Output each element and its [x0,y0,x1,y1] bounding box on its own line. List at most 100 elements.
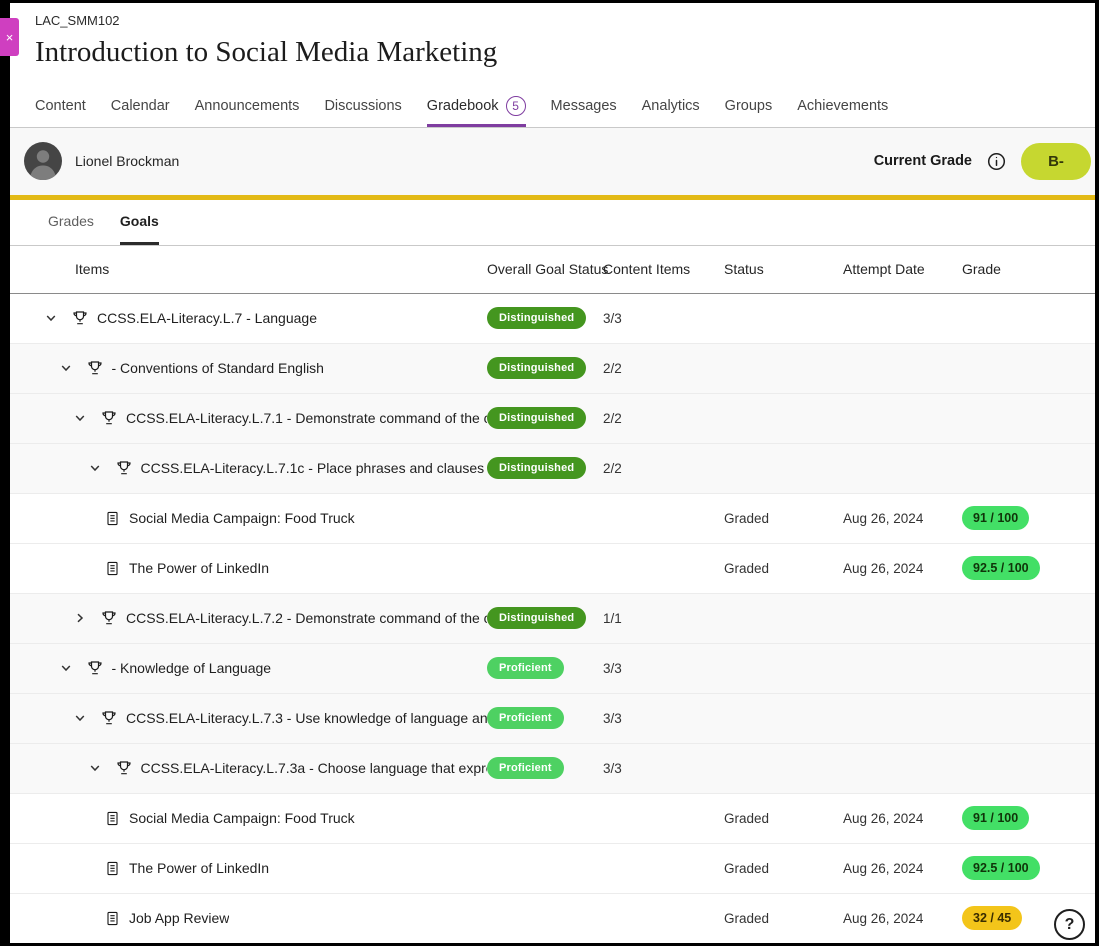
goal-row: - Knowledge of Language Proficient 3/3 [10,644,1095,694]
chevron-down-icon[interactable] [89,462,101,474]
goal-trophy-icon [116,460,132,476]
chevron-down-icon[interactable] [74,712,86,724]
col-header-grade: Grade [962,261,1095,277]
grade-badge: 92.5 / 100 [962,556,1040,580]
goal-label: CCSS.ELA-Literacy.L.7.3 - Use knowledge … [126,710,487,726]
content-item-row: Social Media Campaign: Food TruckGradedA… [10,494,1095,544]
goal-status-badge: Distinguished [487,457,586,479]
attempt-date: Aug 26, 2024 [843,561,923,576]
goal-trophy-icon [72,310,88,326]
nav-tab-achievements[interactable]: Achievements [797,87,888,127]
goal-row: - Conventions of Standard English Disting… [10,344,1095,394]
nav-tabs: Content Calendar Announcements Discussions G… [10,87,1095,128]
goal-row: CCSS.ELA-Literacy.L.7.2 - Demonstrate co… [10,594,1095,644]
current-grade-area: Current Grade B- [874,143,1091,180]
chevron-down-icon[interactable] [60,362,72,374]
goal-row: CCSS.ELA-Literacy.L.7.3 - Use knowledge … [10,694,1095,744]
goal-trophy-icon [101,410,117,426]
item-status: Graded [724,911,769,926]
col-header-items: Items [35,261,487,277]
content-item-label[interactable]: Job App Review [129,910,229,926]
goal-label: - Conventions of Standard English [112,360,324,376]
current-grade-label: Current Grade [874,153,972,169]
attempt-date: Aug 26, 2024 [843,861,923,876]
goal-label: CCSS.ELA-Literacy.L.7.3a - Choose langua… [141,760,488,776]
close-panel-tab[interactable]: × [0,18,19,56]
goal-trophy-icon [101,610,117,626]
chevron-down-icon[interactable] [45,312,57,324]
goal-trophy-icon [116,760,132,776]
chevron-down-icon[interactable] [74,412,86,424]
document-icon [105,511,120,526]
content-items-count: 3/3 [603,311,622,326]
subtab-label: Grades [48,213,94,229]
help-button[interactable]: ? [1054,909,1085,940]
goal-row: CCSS.ELA-Literacy.L.7.3a - Choose langua… [10,744,1095,794]
help-label: ? [1065,916,1075,934]
nav-tab-groups[interactable]: Groups [725,87,773,127]
document-icon [105,861,120,876]
current-grade-pill: B- [1021,143,1091,180]
chevron-down-icon[interactable] [60,662,72,674]
col-header-content-items: Content Items [603,261,724,277]
content-item-row: Job App Review Graded Aug 26, 2024 32 / 45 [10,894,1095,943]
goal-status-badge: Distinguished [487,407,586,429]
goal-status-badge: Distinguished [487,357,586,379]
nav-tab-messages[interactable]: Messages [551,87,617,127]
col-header-goal-status: Overall Goal Status [487,261,603,277]
goal-status-badge: Proficient [487,707,564,729]
grade-badge: 32 / 45 [962,906,1022,930]
goals-table-body: CCSS.ELA-Literacy.L.7 - LanguageDistingu… [10,294,1095,943]
content-item-label[interactable]: Social Media Campaign: Food Truck [129,510,355,526]
nav-tab-calendar[interactable]: Calendar [111,87,170,127]
goal-label: - Knowledge of Language [112,660,272,676]
goal-trophy-icon [101,710,117,726]
table-header: Items Overall Goal Status Content Items … [10,246,1095,294]
goal-status-badge: Distinguished [487,607,586,629]
nav-tab-content[interactable]: Content [35,87,86,127]
goal-row: CCSS.ELA-Literacy.L.7.1c - Place phrases… [10,444,1095,494]
course-title: Introduction to Social Media Marketing [35,35,1095,70]
nav-tab-analytics[interactable]: Analytics [642,87,700,127]
info-icon[interactable] [987,152,1006,171]
student-row: Lionel Brockman Current Grade B- [10,128,1095,195]
goal-status-badge: Proficient [487,657,564,679]
item-status: Graded [724,561,769,576]
attempt-date: Aug 26, 2024 [843,811,923,826]
document-icon [105,911,120,926]
goal-row: CCSS.ELA-Literacy.L.7 - LanguageDistingu… [10,294,1095,344]
gradebook-count-badge: 5 [506,96,526,116]
nav-tab-label: Analytics [642,98,700,114]
content-item-row: The Power of LinkedInGradedAug 26, 20249… [10,844,1095,894]
goal-status-badge: Proficient [487,757,564,779]
content-item-row: The Power of LinkedIn Graded Aug 26, 2024 9… [10,544,1095,594]
content-item-label[interactable]: The Power of LinkedIn [129,560,269,576]
goal-row: CCSS.ELA-Literacy.L.7.1 - Demonstrate co… [10,394,1095,444]
course-page: LAC_SMM102 Introduction to Social Media … [10,3,1095,943]
content-items-count: 2/2 [603,411,622,426]
goal-label: CCSS.ELA-Literacy.L.7.1c - Place phrases… [141,460,488,476]
item-status: Graded [724,861,769,876]
nav-tab-announcements[interactable]: Announcements [195,87,300,127]
avatar [24,142,62,180]
nav-tab-gradebook[interactable]: Gradebook 5 [427,87,526,127]
attempt-date: Aug 26, 2024 [843,911,923,926]
close-icon: × [6,30,14,45]
content-items-count: 1/1 [603,611,622,626]
subtab-grades[interactable]: Grades [48,200,94,245]
nav-tab-discussions[interactable]: Discussions [324,87,401,127]
nav-tab-label: Gradebook [427,98,499,114]
content-items-count: 3/3 [603,711,622,726]
item-status: Graded [724,511,769,526]
nav-tab-label: Groups [725,98,773,114]
goal-label: CCSS.ELA-Literacy.L.7.2 - Demonstrate co… [126,610,487,626]
chevron-right-icon[interactable] [74,612,86,624]
subtab-goals[interactable]: Goals [120,200,159,245]
screen: × LAC_SMM102 Introduction to Social Medi… [0,0,1099,946]
content-item-label[interactable]: The Power of LinkedIn [129,860,269,876]
chevron-down-icon[interactable] [89,762,101,774]
nav-tab-label: Achievements [797,98,888,114]
content-item-label[interactable]: Social Media Campaign: Food Truck [129,810,355,826]
goal-trophy-icon [87,360,103,376]
content-items-count: 3/3 [603,661,622,676]
